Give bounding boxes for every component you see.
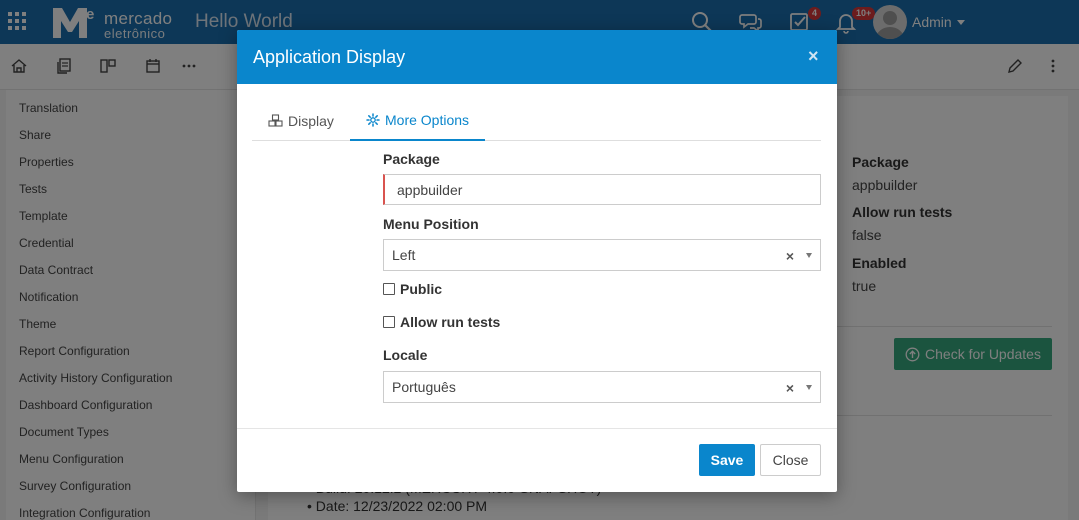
- close-button[interactable]: Close: [760, 444, 821, 476]
- save-button[interactable]: Save: [699, 444, 755, 476]
- menu-position-select[interactable]: Left ×: [383, 239, 821, 271]
- menu-position-label: Menu Position: [383, 216, 479, 232]
- locale-select[interactable]: Português ×: [383, 371, 821, 403]
- clear-icon[interactable]: ×: [786, 248, 794, 264]
- modal-header: Application Display ×: [237, 30, 837, 84]
- package-input-value: appbuilder: [397, 181, 463, 198]
- locale-value: Português: [392, 379, 456, 395]
- tab-display-label: Display: [288, 112, 334, 129]
- allow-run-tests-checkbox[interactable]: [383, 316, 395, 328]
- chevron-down-icon[interactable]: [806, 253, 812, 258]
- close-icon[interactable]: ×: [808, 47, 819, 65]
- chevron-down-icon[interactable]: [806, 385, 812, 390]
- locale-label: Locale: [383, 347, 428, 363]
- modal-tabs: Display More Options: [252, 100, 821, 141]
- package-input[interactable]: appbuilder: [383, 174, 821, 205]
- clear-icon[interactable]: ×: [786, 380, 794, 396]
- package-field-label: Package: [383, 151, 440, 167]
- public-checkbox[interactable]: [383, 283, 395, 295]
- allow-run-tests-checkbox-row[interactable]: Allow run tests: [383, 314, 500, 330]
- gear-icon: [366, 112, 380, 127]
- display-icon: [268, 114, 283, 127]
- modal-footer-divider: [237, 428, 837, 429]
- public-checkbox-row[interactable]: Public: [383, 281, 442, 297]
- tab-more-options[interactable]: More Options: [350, 100, 486, 141]
- allow-run-tests-checkbox-label: Allow run tests: [400, 314, 501, 330]
- public-checkbox-label: Public: [400, 281, 443, 297]
- tab-more-options-label: More Options: [385, 111, 470, 128]
- menu-position-value: Left: [392, 247, 416, 263]
- application-display-modal: Application Display × Display More Optio…: [237, 30, 837, 492]
- tab-display[interactable]: Display: [252, 100, 350, 141]
- modal-title: Application Display: [253, 47, 406, 67]
